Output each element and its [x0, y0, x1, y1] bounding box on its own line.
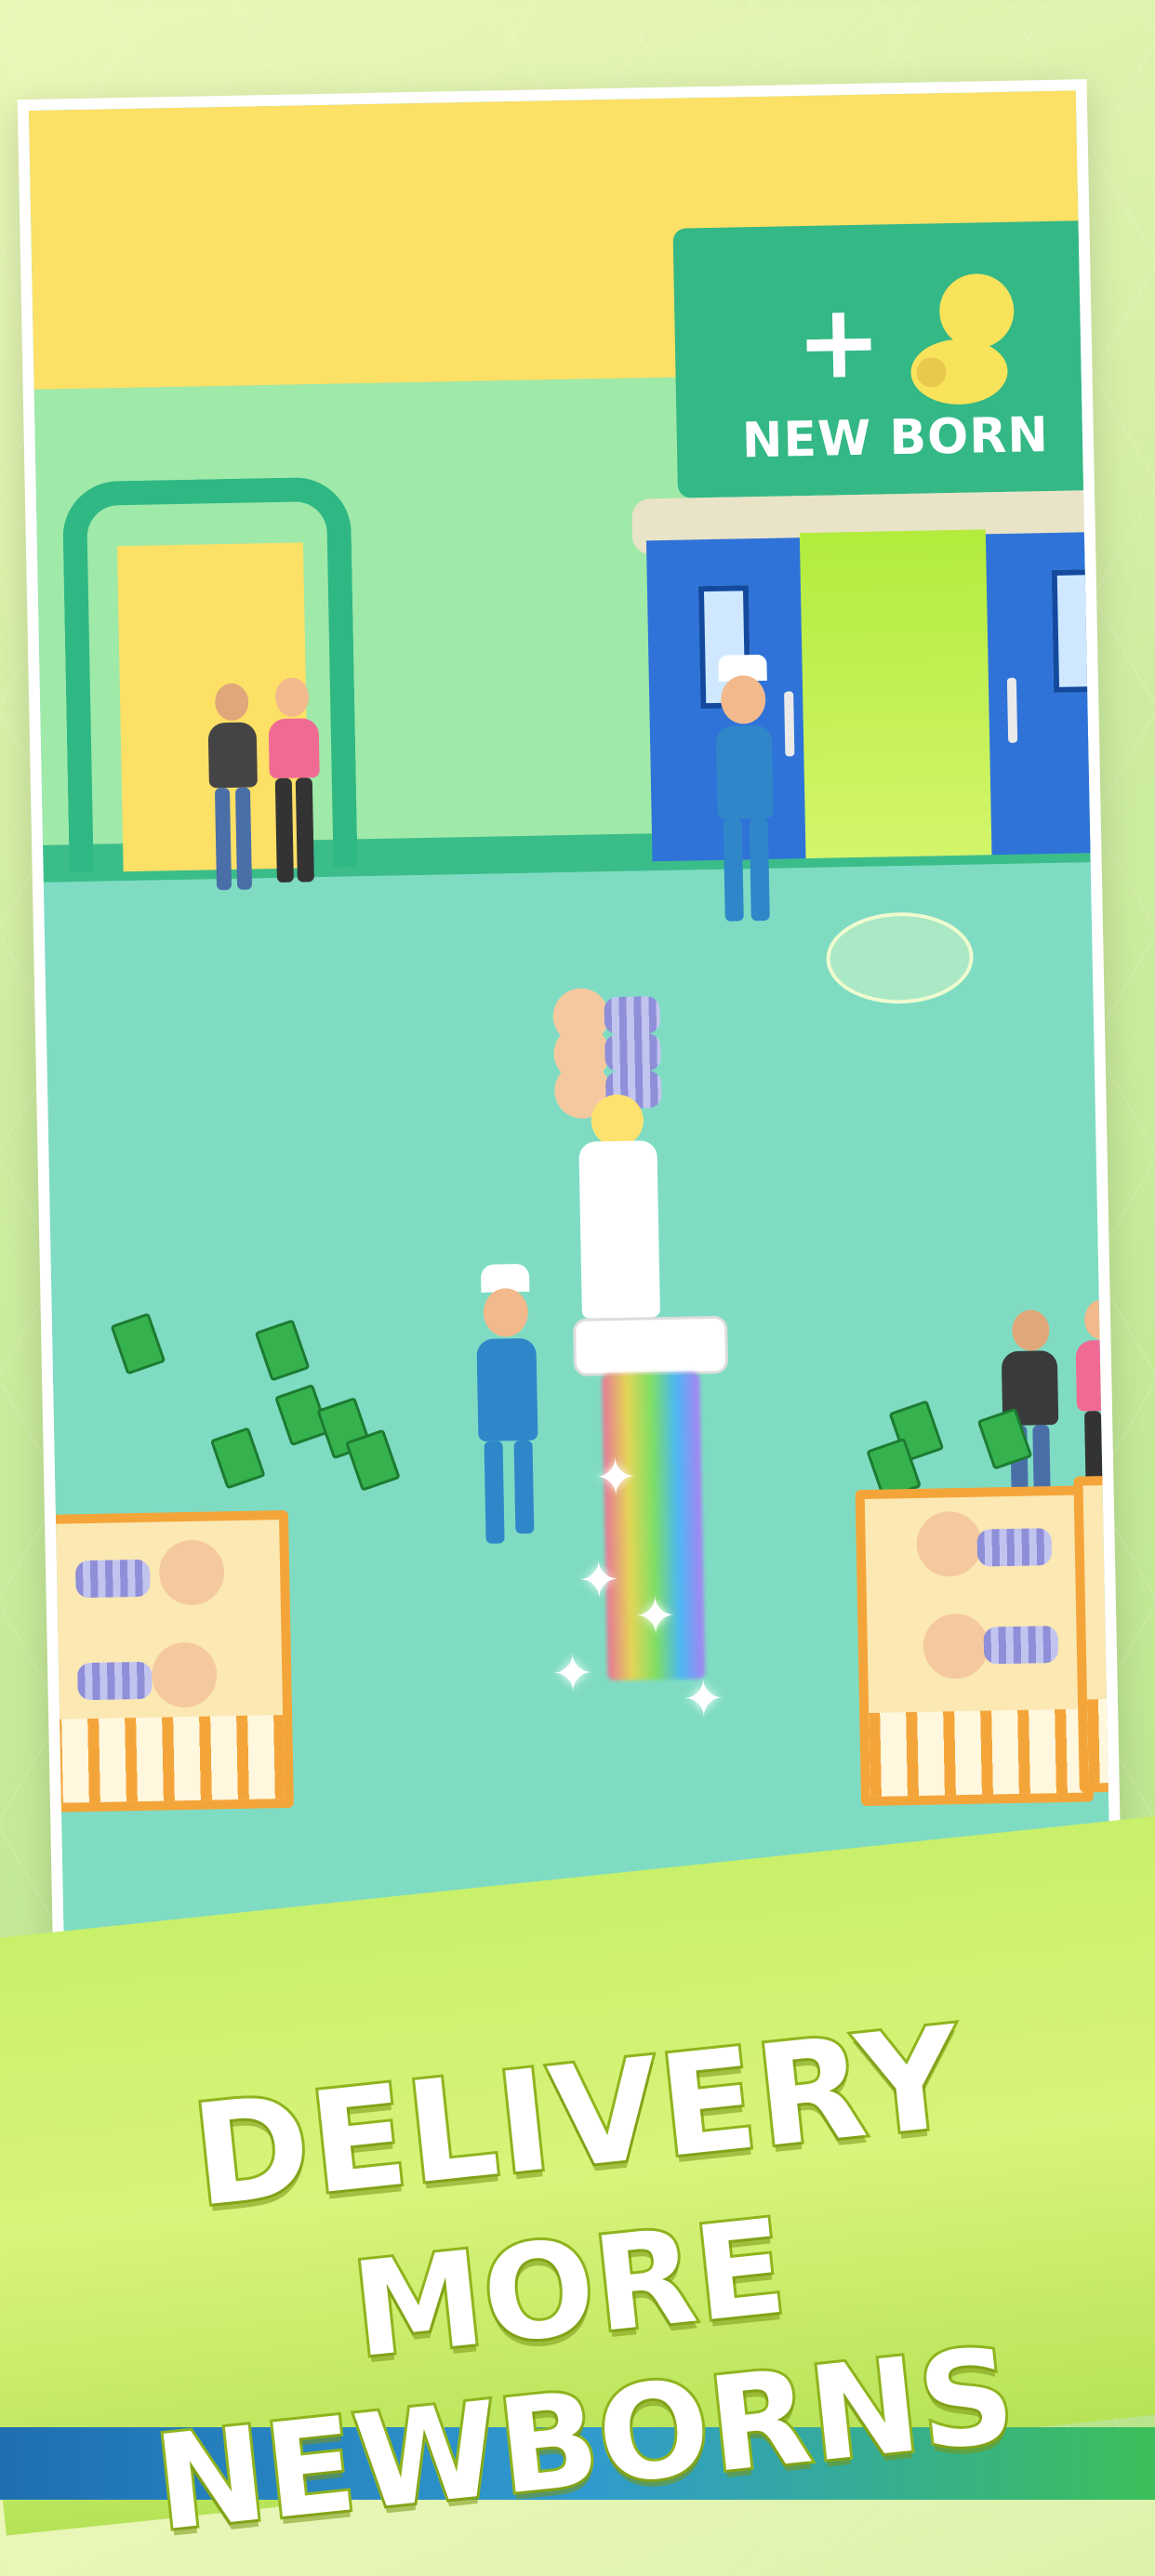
new-born-label: NEW BORN [741, 407, 1050, 470]
door-handle-right [1006, 677, 1018, 743]
entrance-arch [61, 476, 358, 873]
door-handle-left [784, 691, 795, 757]
baby-in-crib-body [983, 1626, 1059, 1665]
door-portal[interactable] [799, 529, 992, 859]
game-scene[interactable]: + NEW BORN ✦ ✦ ✦ ✦ ✦ [28, 90, 1112, 1978]
hoverboard [572, 1315, 729, 1376]
new-born-sign: + NEW BORN [672, 219, 1112, 498]
sparkle-icon: ✦ [577, 1550, 621, 1610]
baby-silhouette-icon [910, 273, 1015, 405]
baby-in-crib-body [976, 1528, 1053, 1567]
baby-in-crib-body [77, 1661, 153, 1701]
sparkle-icon: ✦ [633, 1586, 677, 1646]
screenshot-frame: + NEW BORN ✦ ✦ ✦ ✦ ✦ [17, 79, 1123, 1978]
plus-icon: + [794, 281, 883, 403]
sparkle-icon: ✦ [551, 1643, 595, 1704]
sparkle-icon: ✦ [593, 1447, 638, 1507]
sparkle-icon: ✦ [682, 1668, 725, 1729]
baby-in-crib-body [74, 1559, 151, 1599]
crib-right-2[interactable] [1073, 1473, 1112, 1793]
door-window-right [1051, 568, 1105, 693]
